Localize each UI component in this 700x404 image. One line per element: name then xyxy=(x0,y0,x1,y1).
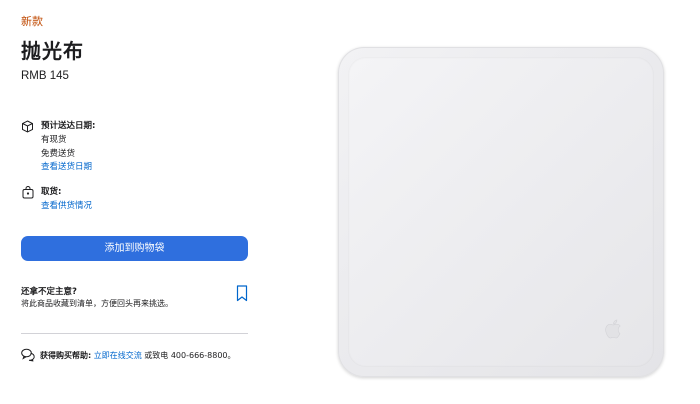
save-title: 还拿不定主意? xyxy=(21,287,77,297)
bookmark-icon[interactable] xyxy=(236,285,248,306)
apple-logo-icon xyxy=(603,317,625,345)
add-to-bag-button[interactable]: 添加到购物袋 xyxy=(21,236,248,261)
live-chat-link[interactable]: 立即在线交流 xyxy=(94,351,142,360)
purchase-help: 获得购买帮助: 立即在线交流 或致电 400-666-8800。 xyxy=(40,350,236,361)
delivery-title: 预计送达日期: xyxy=(41,121,96,131)
bag-icon xyxy=(22,184,34,203)
shipping-info: 免费送货 xyxy=(41,149,76,159)
box-icon xyxy=(21,118,34,137)
polishing-cloth-image xyxy=(338,47,664,377)
check-availability-link[interactable]: 查看供货情况 xyxy=(41,199,92,211)
stock-status: 有现货 xyxy=(41,135,67,145)
product-image xyxy=(338,47,664,377)
check-delivery-link[interactable]: 查看送货日期 xyxy=(41,160,92,172)
help-prefix: 获得购买帮助: xyxy=(40,351,92,360)
product-price: RMB 145 xyxy=(21,70,69,82)
save-description: 将此商品收藏到清单，方便回头再来挑选。 xyxy=(21,299,173,308)
new-badge: 新款 xyxy=(21,15,43,28)
pickup-title: 取货: xyxy=(41,187,62,197)
product-purchase-panel: 新款 抛光布 RMB 145 预计送达日期: 有现货 免费送货 查看送货日期 取… xyxy=(0,0,270,404)
product-title: 抛光布 xyxy=(21,39,84,63)
section-divider xyxy=(21,333,248,334)
chat-bubbles-icon xyxy=(21,347,36,366)
help-phone: 或致电 400-666-8800。 xyxy=(144,351,236,360)
